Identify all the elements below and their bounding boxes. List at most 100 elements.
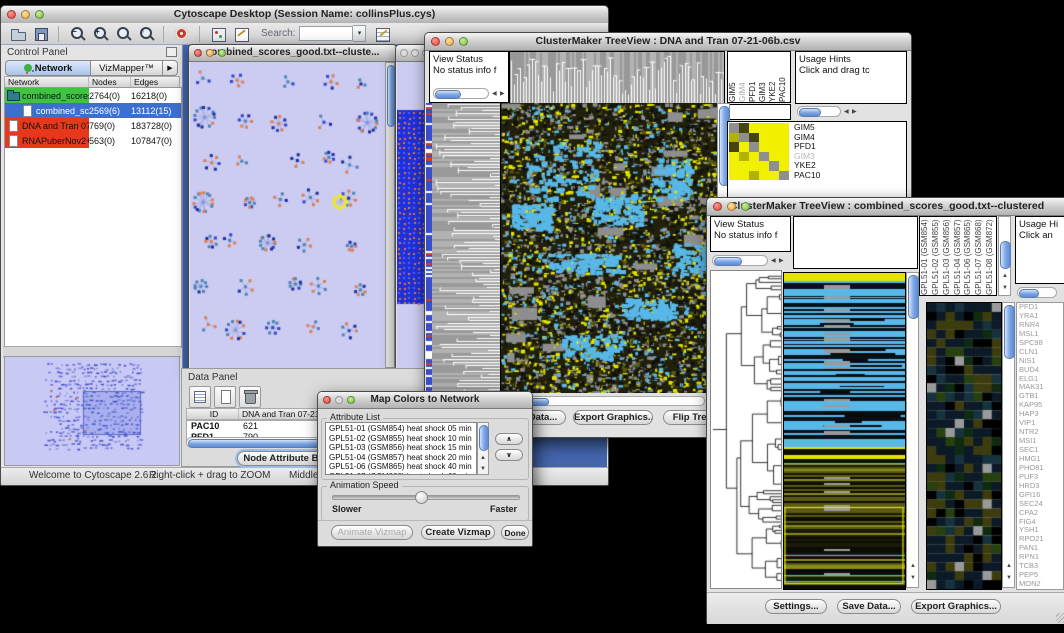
tab-vizmapper[interactable]: VizMapper™: [91, 60, 163, 76]
attribute-item[interactable]: GPL51-06 (GSM865) heat shock 40 min: [329, 462, 476, 472]
close-icon[interactable]: [323, 396, 331, 404]
scroll-right-icon[interactable]: ▶: [852, 109, 857, 115]
resize-grip[interactable]: [1056, 613, 1064, 623]
speed-slider-thumb[interactable]: [415, 491, 428, 504]
matrix-cell[interactable]: [739, 142, 749, 152]
matrix-cell[interactable]: [749, 123, 759, 133]
scrollbar-thumb[interactable]: [1019, 289, 1039, 298]
zoom-window-icon[interactable]: [35, 10, 44, 19]
scroll-left-icon[interactable]: ◀: [771, 258, 776, 264]
matrix-cell[interactable]: [729, 133, 739, 143]
attribute-editor-icon[interactable]: [374, 26, 391, 42]
column-label[interactable]: GPL51-07 (GSM868): [974, 217, 985, 295]
zoom-window-icon[interactable]: [347, 396, 355, 404]
toolbar-separator[interactable]: [199, 26, 202, 42]
matrix-cell[interactable]: [779, 152, 789, 162]
network-row[interactable]: DNA and Tran 07 769(0) 183728(0): [5, 118, 181, 133]
network-row[interactable]: combined_sco 2569(6) 13112(15): [5, 103, 181, 118]
view-status-hscrollbar[interactable]: [433, 88, 489, 99]
zoom-in-icon[interactable]: +: [92, 26, 109, 42]
tab-network[interactable]: Network: [5, 60, 91, 76]
scroll-up-icon[interactable]: ▲: [910, 563, 916, 569]
matrix-cell[interactable]: [779, 133, 789, 143]
scroll-up-icon[interactable]: ▲: [1006, 563, 1012, 569]
scroll-down-icon[interactable]: ▼: [480, 466, 486, 472]
column-labels-vscrollbar[interactable]: ▲ ▼: [998, 216, 1011, 296]
move-up-button[interactable]: ∧: [495, 433, 523, 445]
scrollbar-thumb[interactable]: [799, 108, 821, 117]
usage-hints-hscrollbar[interactable]: [1017, 287, 1057, 298]
treeview1-title-bar[interactable]: ClusterMaker TreeView : DNA and Tran 07-…: [425, 33, 911, 51]
matrix-cell[interactable]: [739, 152, 749, 162]
save-icon[interactable]: [33, 26, 50, 42]
zoom-heatmap-vscrollbar[interactable]: ▲ ▼: [1002, 302, 1015, 588]
create-vizmap-button[interactable]: Create Vizmap: [421, 525, 495, 540]
scroll-up-icon[interactable]: ▲: [1002, 273, 1008, 279]
zoom-window-icon[interactable]: [459, 37, 468, 46]
scroll-right-icon[interactable]: ▶: [500, 91, 505, 97]
matrix-cell[interactable]: [769, 171, 779, 181]
toolbar-separator[interactable]: [58, 26, 61, 42]
float-panel-icon[interactable]: [166, 47, 177, 57]
column-label[interactable]: YKE2: [768, 52, 778, 102]
zoom-selected-icon[interactable]: ▫: [138, 26, 155, 42]
matrix-cell[interactable]: [749, 152, 759, 162]
matrix-cell[interactable]: [759, 142, 769, 152]
gene-label[interactable]: MON2: [1019, 580, 1063, 589]
birdseye-view-canvas[interactable]: [4, 356, 180, 466]
network-canvas[interactable]: [190, 62, 385, 368]
column-network[interactable]: Network: [5, 77, 89, 87]
global-heatmap-vscrollbar[interactable]: ▲ ▼: [906, 272, 919, 588]
animate-vizmap-button[interactable]: Animate Vizmap: [331, 525, 413, 540]
delete-attribute-button[interactable]: [239, 386, 261, 408]
matrix-cell[interactable]: [769, 161, 779, 171]
annotation-icon[interactable]: [233, 26, 250, 42]
close-icon[interactable]: [431, 37, 440, 46]
column-dendrogram-canvas[interactable]: [509, 51, 725, 105]
matrix-cell[interactable]: [749, 171, 759, 181]
zoom-fit-icon[interactable]: [115, 26, 132, 42]
dialog-title-bar[interactable]: Map Colors to Network: [318, 392, 532, 409]
network-row[interactable]: RNAPuberNov2+ 563(0) 107847(0): [5, 133, 181, 148]
zoom-heatmap-canvas[interactable]: [926, 302, 1002, 590]
toolbar-separator[interactable]: [163, 26, 166, 42]
zoom-window-icon[interactable]: [741, 202, 750, 211]
network-row[interactable]: combined_scores 2764(0) 16218(0): [5, 88, 181, 103]
matrix-cell[interactable]: [729, 161, 739, 171]
tab-overflow-icon[interactable]: ▶: [163, 60, 178, 76]
gene-label[interactable]: PAC10: [794, 171, 820, 181]
column-label[interactable]: GPL51-03 (GSM856): [942, 217, 953, 295]
row-dendrogram-canvas[interactable]: [432, 103, 500, 393]
matrix-cell[interactable]: [759, 171, 769, 181]
treeview2-title-bar[interactable]: ClusterMaker TreeView : combined_scores_…: [707, 198, 1064, 216]
matrix-cell[interactable]: [749, 161, 759, 171]
attribute-item[interactable]: GPL51-01 (GSM854) heat shock 05 min: [329, 424, 476, 434]
matrix-cell[interactable]: [729, 171, 739, 181]
matrix-cell[interactable]: [739, 123, 749, 133]
matrix-cell[interactable]: [759, 133, 769, 143]
scroll-down-icon[interactable]: ▼: [910, 575, 916, 581]
column-label[interactable]: PAC10: [778, 52, 788, 102]
scroll-left-icon[interactable]: ◀: [844, 109, 849, 115]
close-icon[interactable]: [7, 10, 16, 19]
close-icon[interactable]: [713, 202, 722, 211]
column-label[interactable]: GPL51-06 (GSM865): [963, 217, 974, 295]
zoom-out-icon[interactable]: −: [69, 26, 86, 42]
column-label[interactable]: PFD1: [748, 52, 758, 102]
move-down-button[interactable]: ∨: [495, 449, 523, 461]
column-label[interactable]: GPL51-01 (GSM854): [920, 217, 931, 295]
matrix-cell[interactable]: [779, 142, 789, 152]
scrollbar-thumb[interactable]: [1000, 241, 1011, 269]
scroll-up-icon[interactable]: ▲: [480, 455, 486, 461]
usage-hints-hscrollbar[interactable]: [797, 106, 841, 117]
help-icon[interactable]: [174, 26, 191, 42]
matrix-cell[interactable]: [759, 123, 769, 133]
column-label[interactable]: GIM4: [738, 52, 748, 102]
column-label[interactable]: GPL51-02 (GSM855): [931, 217, 942, 295]
main-title-bar[interactable]: Cytoscape Desktop (Session Name: collins…: [1, 6, 608, 24]
column-label[interactable]: GIM3: [758, 52, 768, 102]
view-status-hscrollbar[interactable]: [712, 255, 768, 266]
scrollbar-thumb[interactable]: [714, 257, 742, 266]
minimize-icon[interactable]: [335, 396, 343, 404]
vizmapper-icon[interactable]: [210, 26, 227, 42]
